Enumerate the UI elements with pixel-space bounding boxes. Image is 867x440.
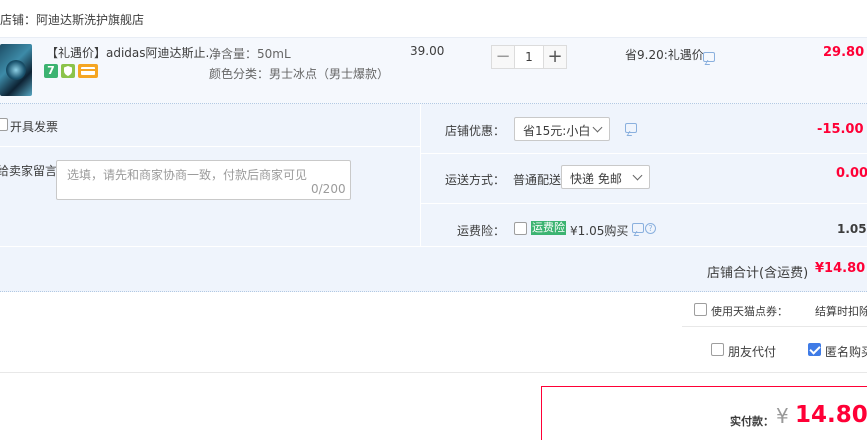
pay-currency: ¥: [776, 404, 789, 428]
chevron-down-icon: [632, 170, 643, 181]
anonymous-checkbox[interactable]: [808, 343, 821, 356]
seven-day-return-icon: 7: [44, 64, 58, 78]
unit-price: 39.00: [410, 44, 445, 58]
chevron-down-icon: [592, 122, 603, 133]
tmall-points-checkbox[interactable]: [694, 303, 707, 316]
tmall-points-deduct: 结算时扣除: [815, 305, 867, 318]
coupon-label: 店铺优惠：: [445, 124, 506, 138]
panel-divider: [420, 104, 421, 246]
discount-info-icon[interactable]: [703, 52, 715, 62]
net-volume-label: 净含量：: [209, 47, 258, 61]
panel-separator: [0, 246, 867, 247]
invoice-checkbox[interactable]: [0, 118, 8, 131]
insurance-info-icon[interactable]: [632, 223, 644, 233]
divider: [682, 326, 867, 327]
item-discount-text: 省9.20:礼遇价: [625, 48, 704, 62]
anonymous-label: 匿名购买: [825, 345, 867, 359]
invoice-label: 开具发票: [10, 120, 59, 134]
pay-label: 实付款：: [730, 415, 774, 428]
pay-amount: 14.80: [795, 402, 867, 428]
coupon-amount: -15.00: [817, 122, 864, 137]
product-thumbnail[interactable]: [0, 44, 32, 96]
shipping-selected: 快递 免邮: [570, 172, 622, 186]
friend-pay-label: 朋友代付: [728, 345, 777, 359]
shipping-select[interactable]: 快递 免邮: [561, 165, 650, 189]
shop-total-amount: ¥14.80: [815, 261, 866, 276]
shop-total-label: 店铺合计(含运费): [707, 266, 809, 281]
color-attr: 颜色分类：男士冰点（男士爆款）: [209, 65, 389, 82]
qty-decrease-button[interactable]: −: [491, 45, 515, 69]
insurance-price: ¥1.05购买: [570, 224, 629, 238]
insurance-tag: 运费险: [531, 221, 566, 235]
message-placeholder: 选填，请先和商家协商一致，付款后商家可见: [67, 168, 308, 182]
shop-row: 店铺：阿迪达斯洗护旗舰店: [0, 0, 867, 38]
coupon-select[interactable]: 省15元:小白: [514, 117, 610, 141]
net-volume-attr: 净含量：50mL: [209, 45, 291, 62]
shipping-amount: 0.00: [836, 166, 867, 181]
coupon-info-icon[interactable]: [625, 123, 637, 133]
friend-pay-checkbox[interactable]: [711, 343, 724, 356]
divider: [0, 372, 867, 373]
color-value: 男士冰点（男士爆款）: [269, 67, 390, 81]
panel-separator: [0, 146, 420, 147]
card-icon: [78, 64, 98, 78]
panel-separator: [421, 153, 867, 154]
shield-icon: [61, 64, 75, 78]
qty-increase-button[interactable]: +: [543, 45, 567, 69]
shop-name[interactable]: 店铺：阿迪达斯洗护旗舰店: [0, 11, 144, 28]
item-subtotal: 29.80: [823, 45, 865, 60]
insurance-checkbox[interactable]: [514, 222, 527, 235]
shipping-method: 普通配送: [513, 173, 562, 187]
net-volume-value: 50mL: [257, 47, 291, 61]
insurance-label: 运费险：: [457, 224, 506, 238]
coupon-selected: 省15元:小白: [523, 124, 591, 138]
qty-input[interactable]: [515, 45, 543, 69]
color-label: 颜色分类：: [209, 67, 270, 81]
tmall-points-label: 使用天猫点券：: [711, 305, 788, 318]
insurance-amount: 1.05: [837, 222, 867, 236]
help-icon[interactable]: ?: [645, 223, 656, 234]
shipping-label: 运送方式：: [445, 173, 506, 187]
product-name[interactable]: 【礼遇价】adidas阿迪达斯止...: [46, 44, 217, 61]
panel-separator: [421, 203, 867, 204]
message-char-count: 0/200: [311, 182, 346, 196]
